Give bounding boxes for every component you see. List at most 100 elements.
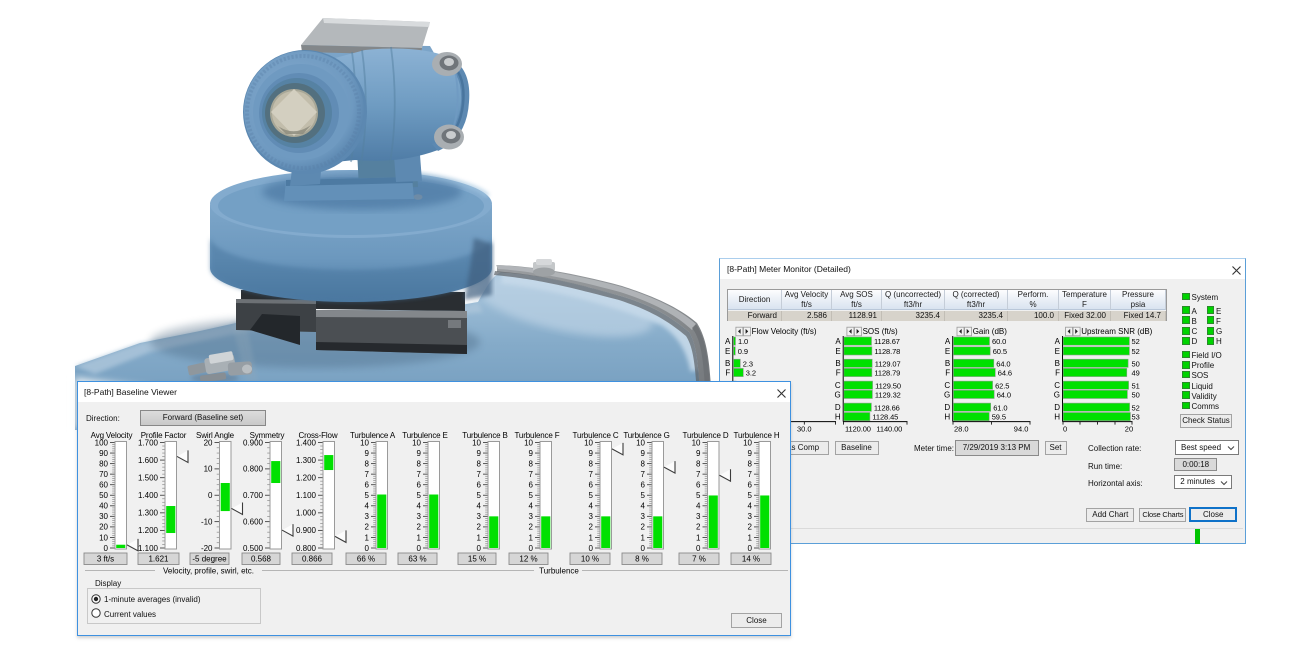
svg-text:1140.00: 1140.00 [876,425,902,434]
svg-text:7 %: 7 % [692,555,706,564]
svg-text:50: 50 [1132,359,1140,368]
svg-text:0: 0 [477,544,482,553]
svg-text:6: 6 [696,481,701,490]
svg-text:1128.66: 1128.66 [874,403,900,412]
svg-text:1: 1 [529,533,534,542]
svg-text:0.500: 0.500 [243,544,264,553]
svg-text:10: 10 [204,465,213,474]
svg-text:9: 9 [529,449,534,458]
svg-text:10 %: 10 % [581,555,599,564]
svg-text:Turbulence F: Turbulence F [514,431,559,440]
svg-text:4: 4 [417,502,422,511]
svg-text:2: 2 [365,523,370,532]
svg-text:5: 5 [417,491,422,500]
svg-text:H: H [944,413,950,422]
svg-text:0: 0 [208,491,213,500]
svg-text:10: 10 [692,438,701,447]
svg-text:10: 10 [99,533,108,542]
svg-text:C: C [1054,381,1060,390]
svg-text:6: 6 [477,481,482,490]
svg-text:4: 4 [365,502,370,511]
svg-text:28.0: 28.0 [954,425,969,434]
svg-text:1128.78: 1128.78 [874,347,900,356]
svg-text:F: F [1055,368,1060,377]
svg-text:E: E [945,347,950,356]
svg-text:6: 6 [748,481,753,490]
svg-text:8: 8 [696,459,701,468]
svg-text:G: G [834,390,840,399]
svg-text:5: 5 [641,491,646,500]
svg-text:10: 10 [584,438,593,447]
svg-text:1.0: 1.0 [738,337,748,346]
svg-text:0.800: 0.800 [296,544,317,553]
svg-text:50: 50 [99,491,108,500]
svg-text:70: 70 [99,470,108,479]
svg-text:8: 8 [477,459,482,468]
svg-text:2: 2 [748,523,753,532]
svg-text:1128.79: 1128.79 [874,369,900,378]
svg-text:3.2: 3.2 [746,369,756,378]
svg-text:E: E [1055,347,1060,356]
svg-text:-5 degree: -5 degree [192,555,227,564]
svg-text:7: 7 [696,470,701,479]
svg-text:64.0: 64.0 [996,359,1010,368]
svg-text:9: 9 [748,449,753,458]
svg-text:3: 3 [477,512,482,521]
svg-text:8: 8 [641,459,646,468]
svg-text:E: E [835,347,840,356]
svg-text:-20: -20 [201,544,213,553]
svg-text:1: 1 [417,533,422,542]
svg-text:3: 3 [365,512,370,521]
svg-text:14 %: 14 % [742,555,760,564]
svg-text:9: 9 [696,449,701,458]
svg-text:7: 7 [641,470,646,479]
svg-text:1: 1 [589,533,594,542]
svg-text:0: 0 [417,544,422,553]
svg-text:4: 4 [529,502,534,511]
svg-text:4: 4 [589,502,594,511]
svg-text:50: 50 [1132,391,1140,400]
svg-text:1.700: 1.700 [138,438,159,447]
svg-text:0: 0 [641,544,646,553]
svg-text:1128.45: 1128.45 [872,413,898,422]
svg-text:B: B [835,359,840,368]
svg-text:0: 0 [365,544,370,553]
svg-text:9: 9 [641,449,646,458]
svg-text:Turbulence B: Turbulence B [462,431,508,440]
svg-text:7: 7 [417,470,422,479]
svg-text:7: 7 [477,470,482,479]
svg-text:Swirl Angle: Swirl Angle [196,431,235,440]
svg-text:9: 9 [477,449,482,458]
svg-text:SOS (ft/s): SOS (ft/s) [863,327,898,336]
svg-text:8: 8 [365,459,370,468]
svg-text:1: 1 [696,533,701,542]
svg-text:Turbulence H: Turbulence H [734,431,780,440]
svg-text:1128.67: 1128.67 [874,337,900,346]
svg-text:6: 6 [641,481,646,490]
svg-text:8: 8 [529,459,534,468]
svg-text:1.200: 1.200 [296,473,317,482]
svg-text:52: 52 [1132,403,1140,412]
svg-text:40: 40 [99,502,108,511]
svg-text:5: 5 [477,491,482,500]
svg-text:C: C [835,381,841,390]
svg-text:64.6: 64.6 [998,369,1012,378]
svg-text:1.100: 1.100 [296,491,317,500]
svg-text:D: D [835,403,841,412]
svg-text:3: 3 [748,512,753,521]
svg-text:A: A [1055,337,1061,346]
svg-text:1.621: 1.621 [148,555,169,564]
svg-text:0.866: 0.866 [302,555,323,564]
svg-text:0.600: 0.600 [243,517,264,526]
svg-text:B: B [725,359,730,368]
svg-text:6: 6 [589,481,594,490]
svg-text:Turbulence E: Turbulence E [402,431,448,440]
svg-text:1.400: 1.400 [138,491,159,500]
svg-text:1: 1 [641,533,646,542]
svg-text:1: 1 [365,533,370,542]
svg-text:0.900: 0.900 [296,526,317,535]
svg-text:Gain (dB): Gain (dB) [973,327,1008,336]
svg-text:61.0: 61.0 [993,403,1007,412]
svg-text:0: 0 [589,544,594,553]
svg-text:H: H [835,413,841,422]
